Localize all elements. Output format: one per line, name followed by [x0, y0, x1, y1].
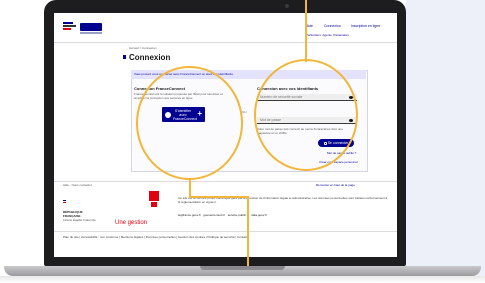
footer-bottom-link[interactable]: Contact	[237, 235, 247, 239]
footer-top-links[interactable]: Aide · Nous contacter	[63, 184, 92, 187]
page-title: Connexion	[129, 53, 171, 62]
une-gestion-label: Une gestion	[115, 220, 148, 226]
footer-bottom-link[interactable]: Gestion des cookies	[178, 235, 205, 239]
highlight-circle-franceconnect	[136, 66, 243, 180]
annotation-line-bottom-connector	[189, 179, 191, 197]
partner-logo	[149, 191, 159, 201]
footer-bottom-link[interactable]: Accessibilité : non conforme	[81, 235, 118, 239]
footer-link[interactable]: data.gouv.fr	[251, 213, 267, 217]
highlight-circle-credentials	[254, 59, 358, 171]
footer-link[interactable]: legifrance.gouv.fr	[178, 213, 201, 217]
footer-link[interactable]: gouvernement.fr	[203, 213, 225, 217]
footer-external-links: legifrance.gouv.fr gouvernement.fr servi…	[178, 213, 267, 217]
motto: Liberté Égalité Fraternité	[63, 218, 96, 222]
footer-bottom-link[interactable]: Plan du site	[63, 235, 79, 239]
header-nav-item[interactable]: Agents	[322, 33, 331, 37]
laptop-notch	[200, 266, 285, 270]
footer-bottom-link[interactable]: Données personnelles	[146, 235, 176, 239]
header-nav-item[interactable]: Partenaires	[333, 33, 348, 37]
camera	[285, 4, 289, 8]
or-separator: OU	[242, 110, 247, 114]
footer-link[interactable]: service-public.fr	[228, 213, 249, 217]
franceconnect-logo[interactable]	[80, 23, 102, 31]
header-nav-item[interactable]: Particuliers	[306, 33, 321, 37]
header-link-help[interactable]: Aide	[306, 24, 313, 28]
partner-logo-base	[151, 202, 157, 207]
laptop-shadow	[0, 276, 485, 283]
footer-divider	[54, 181, 397, 182]
republique-logo	[63, 200, 71, 204]
footer-bottom-link[interactable]: Mentions légales	[121, 235, 144, 239]
header-link-signup[interactable]: Inscription en ligne	[351, 24, 380, 28]
back-to-top-link[interactable]: Remonter en haut de la page	[316, 184, 355, 187]
footer-bottom-link[interactable]: Politique de sécurité	[208, 235, 235, 239]
breadcrumb[interactable]: Accueil > Connexion	[129, 47, 156, 50]
annotation-line-top	[305, 0, 307, 62]
marianne-logo	[63, 22, 77, 32]
footer-bottom-links: Plan du site | Accessibilité : non confo…	[63, 235, 248, 239]
header-nav: Particuliers Agents Partenaires	[306, 34, 349, 37]
republique-francaise-text: RÉPUBLIQUE FRANÇAISE	[63, 210, 83, 218]
header-link-login[interactable]: Connexion	[324, 24, 341, 28]
laptop-screen: Aide Connexion Inscription en ligne Part…	[54, 13, 397, 257]
footer-bottom-divider	[54, 231, 397, 232]
logo-subtitle-bar	[80, 32, 102, 34]
title-marker	[123, 55, 126, 59]
annotation-line-horizontal	[189, 196, 249, 198]
side-panel	[406, 0, 485, 283]
header-divider	[54, 42, 397, 43]
